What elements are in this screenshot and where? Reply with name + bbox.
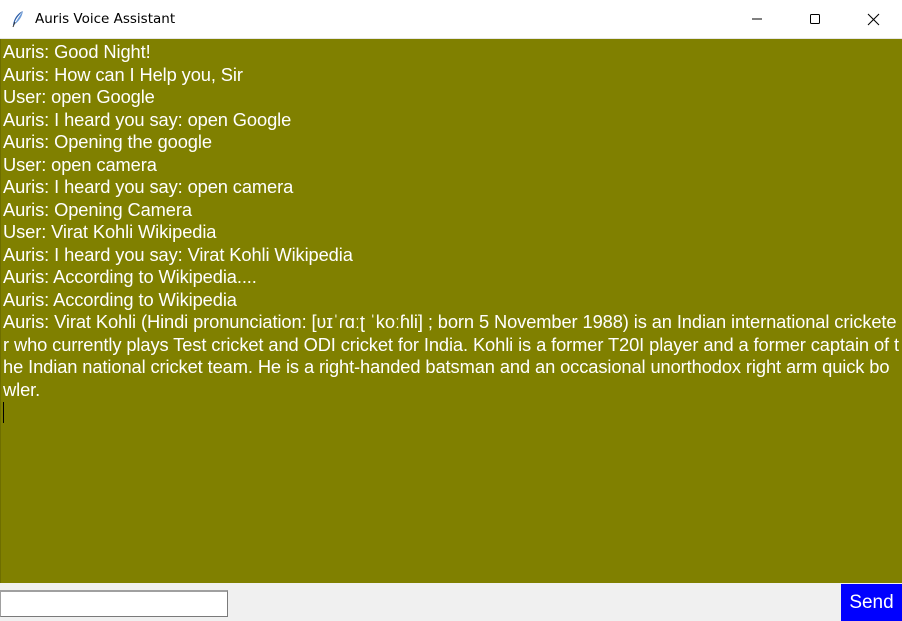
chat-line: Auris: Good Night! [3,41,151,62]
window-title: Auris Voice Assistant [35,11,176,27]
chat-line: User: open camera [3,153,157,175]
chat-line: Auris: Virat Kohli (Hindi pronunciation:… [3,311,899,400]
chat-line: Auris: I heard you say: open Google [3,108,292,130]
title-bar[interactable]: Auris Voice Assistant [0,0,902,39]
chat-line: Auris: According to Wikipedia [3,288,237,310]
close-icon [867,13,879,25]
maximize-icon [810,14,820,24]
minimize-button[interactable] [728,0,786,38]
chat-line: Auris: I heard you say: Virat Kohli Wiki… [3,243,353,265]
input-bar: Send [0,583,902,621]
send-button[interactable]: Send [841,584,902,621]
maximize-button[interactable] [786,0,844,38]
chat-line: User: open Google [3,86,155,107]
app-window: Auris Voice Assistant Auris: Good Night!… [0,0,902,621]
message-input[interactable] [0,590,228,617]
chat-line: Auris: According to Wikipedia.... [3,266,257,287]
chat-line: Auris: How can I Help you, Sir [3,63,243,85]
chat-log[interactable]: Auris: Good Night! Auris: How can I Help… [0,39,902,583]
feather-icon [12,11,23,28]
chat-line: Auris: I heard you say: open camera [3,176,294,197]
chat-line: Auris: Opening Camera [3,198,192,220]
chat-line: User: Virat Kohli Wikipedia [3,221,217,242]
chat-line: Auris: Opening the google [3,131,212,152]
minimize-icon [752,18,762,20]
close-button[interactable] [844,0,902,38]
text-cursor [3,402,4,423]
